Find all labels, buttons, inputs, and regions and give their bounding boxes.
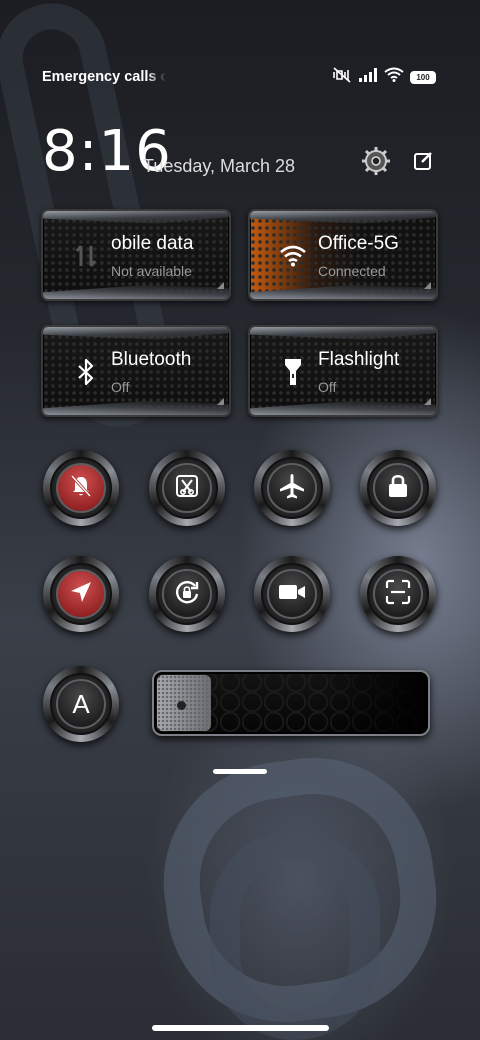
gear-icon	[361, 146, 391, 181]
expand-corner-icon	[424, 282, 431, 289]
tile-label: Office-5G	[318, 233, 399, 254]
scanner-toggle[interactable]	[360, 556, 436, 632]
signal-icon	[358, 67, 378, 87]
status-icons: 100	[332, 66, 436, 88]
home-indicator[interactable]	[152, 1025, 329, 1031]
edit-button[interactable]	[408, 148, 438, 178]
tile-status: Not available	[111, 263, 192, 279]
airplane-mode-toggle[interactable]	[254, 450, 330, 526]
screenshot-toggle[interactable]	[149, 450, 225, 526]
lock-icon	[386, 473, 410, 504]
wallpaper-chain-link	[210, 830, 380, 1040]
scissors-icon	[174, 473, 200, 504]
mute-toggle[interactable]	[43, 450, 119, 526]
brightness-slider-thumb[interactable]	[177, 701, 186, 710]
rotation-lock-toggle[interactable]	[149, 556, 225, 632]
mute-vibrate-icon	[332, 66, 352, 88]
bluetooth-tile[interactable]: Bluetooth Off	[41, 325, 231, 417]
tile-status: Connected	[318, 263, 386, 279]
carrier-text: Emergency calls o	[42, 69, 166, 85]
airplane-icon	[278, 472, 306, 505]
brightness-slider[interactable]	[152, 670, 430, 736]
location-toggle[interactable]	[43, 556, 119, 632]
flashlight-icon	[278, 357, 308, 387]
scan-icon	[385, 579, 411, 610]
expand-corner-icon	[424, 398, 431, 405]
tile-label: obile data	[111, 233, 194, 254]
flashlight-tile[interactable]: Flashlight Off	[248, 325, 438, 417]
status-bar: Emergency calls o 100	[42, 66, 436, 88]
battery-icon: 100	[410, 70, 436, 84]
wifi-tile[interactable]: Office-5G Connected	[248, 209, 438, 301]
panel-drag-handle[interactable]	[213, 769, 267, 774]
wifi-icon	[384, 67, 404, 87]
tile-label: Bluetooth	[111, 349, 192, 370]
expand-corner-icon	[217, 282, 224, 289]
video-camera-icon	[278, 582, 306, 607]
bluetooth-icon	[71, 357, 101, 387]
expand-corner-icon	[217, 398, 224, 405]
tile-label: Flashlight	[318, 349, 400, 370]
screen-recorder-toggle[interactable]	[254, 556, 330, 632]
location-arrow-icon	[68, 579, 94, 610]
bell-off-icon	[68, 473, 94, 504]
mobile-data-icon	[71, 241, 101, 271]
rotation-lock-icon	[173, 578, 201, 611]
auto-brightness-toggle[interactable]: A	[43, 666, 119, 742]
lock-screen-toggle[interactable]	[360, 450, 436, 526]
mobile-data-tile[interactable]: obile data Not available	[41, 209, 231, 301]
edit-icon	[412, 150, 434, 177]
auto-brightness-icon: A	[72, 688, 90, 719]
wifi-icon	[278, 241, 308, 271]
date: Tuesday, March 28	[143, 156, 296, 176]
settings-button[interactable]	[361, 146, 391, 181]
tile-status: Off	[111, 379, 130, 395]
tile-status: Off	[318, 379, 337, 395]
